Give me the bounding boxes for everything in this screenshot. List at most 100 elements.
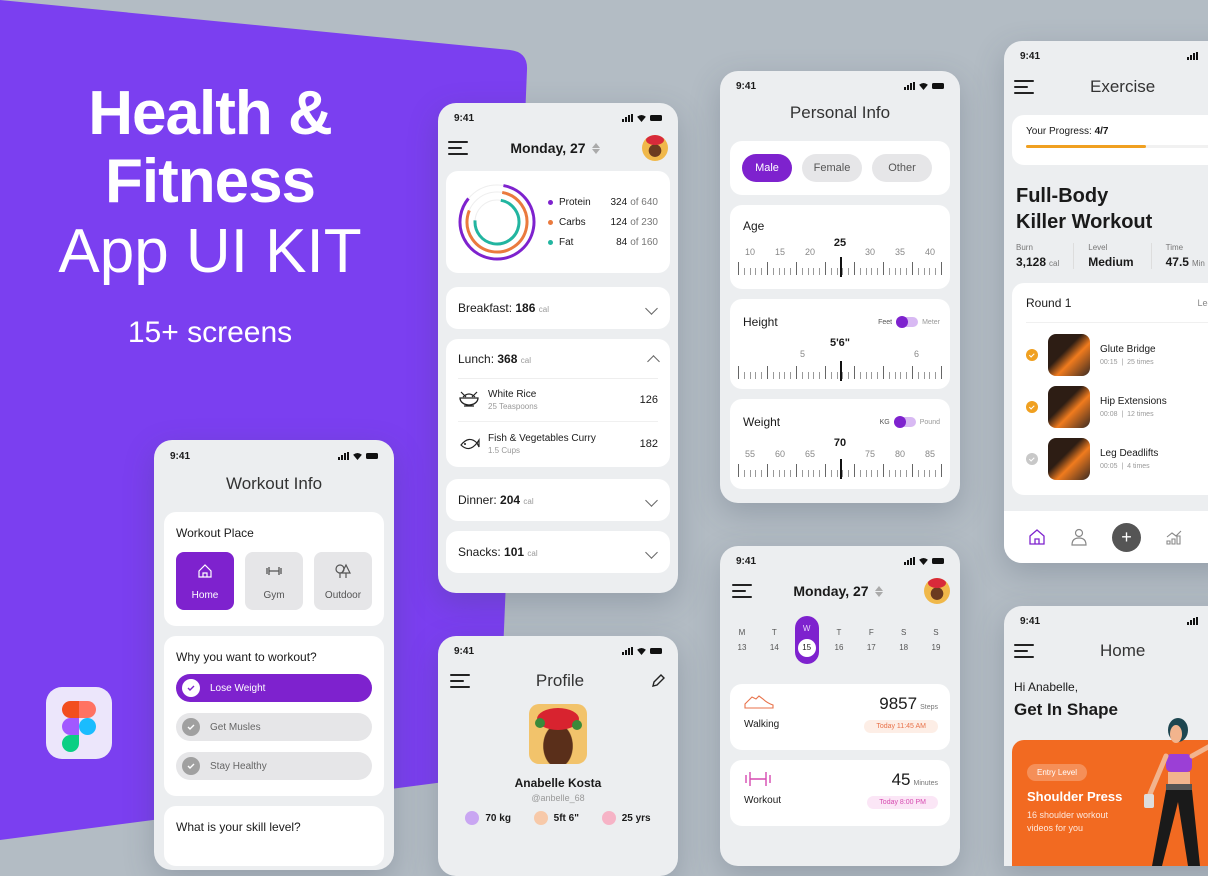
day-letter: T [771,628,777,637]
bottom-nav: + [1004,511,1208,563]
profile-stat-value: 25 yrs [621,812,651,824]
day-number: 19 [931,643,941,652]
date-stepper-icon[interactable] [591,142,600,154]
gender-option-female[interactable]: Female [802,154,862,182]
home-icon[interactable] [1028,528,1046,546]
activity-card-walking[interactable]: Walking 9857 Steps Today 11:45 AM [730,684,950,750]
exercise-item[interactable]: Leg Deadlifts 00:05 | 4 times [1026,433,1208,485]
check-icon[interactable] [1026,401,1038,413]
day-letter: M [738,628,746,637]
status-time: 9:41 [1020,615,1041,627]
reason-option[interactable]: Get Musles [176,713,372,741]
place-option-outdoor[interactable]: Outdoor [314,552,372,610]
weight-ruler-slider[interactable] [738,459,942,479]
ruler-tick [772,372,774,379]
add-button[interactable]: + [1112,522,1141,552]
edit-pencil-icon[interactable] [650,673,666,689]
height-unit-toggle[interactable] [896,316,919,328]
ruler-tick [929,470,931,477]
menu-icon[interactable] [448,141,468,155]
ruler-tick [743,268,745,275]
day-number: 14 [769,643,779,652]
day-14[interactable]: T 14 [762,616,786,664]
profile-icon[interactable] [1070,528,1088,546]
check-icon [182,718,200,736]
ruler-tick [824,464,826,477]
status-time: 9:41 [454,645,475,657]
signal-icon [1187,617,1198,625]
chevron-up-icon[interactable] [647,355,660,368]
meal-cal: 101 [504,545,525,559]
stat-value: Medium [1088,255,1134,269]
food-qty: 25 Teaspoons [488,402,538,411]
food-item[interactable]: Fish & Vegetables Curry 1.5 Cups 182 [458,422,658,465]
day-19[interactable]: S 19 [924,616,948,664]
user-avatar[interactable] [923,578,950,604]
activity-left: Walking [744,694,779,750]
age-ruler-slider[interactable] [738,257,942,277]
day-16[interactable]: T 16 [827,616,851,664]
place-label: Outdoor [324,589,362,601]
dinner-row[interactable]: Dinner: 204 cal [446,479,670,521]
battery-icon [932,83,944,89]
menu-icon[interactable] [450,674,470,688]
ruler-tick [836,268,838,275]
day-number: 13 [737,643,747,652]
status-bar: 9:41 [720,546,960,572]
menu-icon[interactable] [1014,644,1034,658]
gender-option-other[interactable]: Other [872,154,932,182]
exercise-name: Glute Bridge [1100,344,1156,355]
screen-title: Workout Info [225,474,323,493]
breakfast-row[interactable]: Breakfast: 186 cal [446,287,670,329]
day-13[interactable]: M 13 [730,616,754,664]
ruler-tick [807,268,809,275]
ruler-tick [911,464,913,477]
height-ruler-slider[interactable] [738,361,942,381]
place-option-home[interactable]: Home [176,552,234,610]
place-option-gym[interactable]: Gym [245,552,303,610]
reason-option[interactable]: Lose Weight [176,674,372,702]
rice-bowl-icon [459,391,479,407]
weight-unit-toggle[interactable] [893,416,916,428]
ruler-tick [761,268,763,275]
chevron-down-icon[interactable] [645,301,658,315]
check-icon[interactable] [1026,349,1038,361]
day-letter: F [868,628,874,637]
exercise-item[interactable]: Glute Bridge 00:15 | 25 times [1026,329,1208,381]
day-15[interactable]: W 15 [794,616,819,664]
menu-icon[interactable] [1014,80,1034,94]
menu-icon[interactable] [732,584,752,598]
food-item[interactable]: White Rice 25 Teaspoons 126 [458,379,658,422]
ruler-tick [807,372,809,379]
ruler-tick [790,470,792,477]
reason-option[interactable]: Stay Healthy [176,752,372,780]
chevron-down-icon[interactable] [645,493,658,507]
macro-value: 124 [610,216,628,228]
exercise-item[interactable]: Hip Extensions 00:08 | 12 times [1026,381,1208,433]
stat-unit: cal [1049,259,1060,268]
hero-line-3: App UI KIT [58,217,362,286]
activity-card-workout[interactable]: Workout 45 Minutes Today 8:00 PM [730,760,950,826]
ruler-tick [865,268,867,275]
check-icon[interactable] [1026,453,1038,465]
day-17[interactable]: F 17 [859,616,883,664]
stat-value-wrap: Medium [1088,255,1136,269]
ruler-tick [819,268,821,275]
macro-name: Carbs [559,216,586,228]
day-18[interactable]: S 18 [892,616,916,664]
chevron-down-icon[interactable] [645,545,658,559]
date-stepper-icon[interactable] [874,585,883,597]
gender-option-male[interactable]: Male [742,154,792,182]
day-letter: T [836,628,842,637]
ruler-tick [882,262,884,275]
hero-line-1: Health & [88,79,332,148]
lunch-row[interactable]: Lunch: 368 cal [458,339,660,379]
tree-icon [334,562,352,585]
ruler-tick [755,372,757,379]
stats-icon[interactable] [1165,528,1183,546]
snacks-row[interactable]: Snacks: 101 cal [446,531,670,573]
user-avatar[interactable] [641,135,668,161]
ring-protein [458,183,536,261]
status-bar: 9:41 [1004,606,1208,632]
ruler-tick [853,366,855,379]
